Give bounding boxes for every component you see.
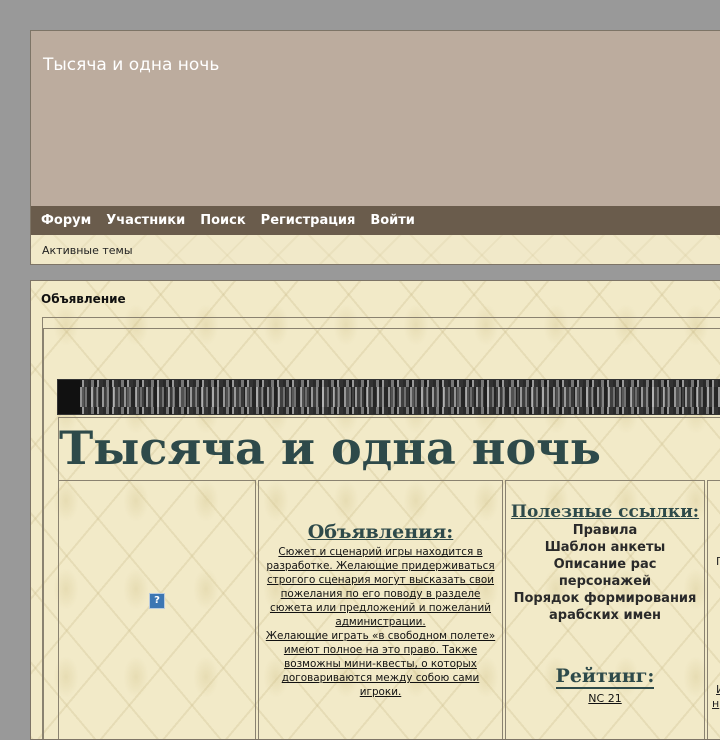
announcements-column: Объявления: Сюжет и сценарий игры находи… <box>258 480 503 739</box>
active-topics-link[interactable]: Активные темы <box>42 244 133 257</box>
announcement-text-2: Желающие играть «в свободном полете» име… <box>265 630 496 698</box>
title-band: Тысяча и одна ночь <box>31 31 720 206</box>
clipped-link[interactable]: н <box>712 697 719 710</box>
announcement-panel: Объявление Тысяча и одна ночь ? Объявлен… <box>30 280 720 740</box>
link-profile-template[interactable]: Шаблон анкеты <box>506 539 704 556</box>
nav-search-link[interactable]: Поиск <box>200 213 245 228</box>
link-race-description[interactable]: Описание рас персонажей <box>506 556 704 590</box>
announcement-heading: Объявление <box>41 292 126 306</box>
nav-register-link[interactable]: Регистрация <box>261 213 356 228</box>
nav-bar: Форум Участники Поиск Регистрация Войти <box>31 206 720 235</box>
sub-navigation: Активные темы <box>31 235 720 264</box>
banner-ornament <box>58 387 720 407</box>
ornamental-banner <box>57 379 720 415</box>
nav-members-link[interactable]: Участники <box>106 213 185 228</box>
rating-value-link[interactable]: NC 21 <box>506 692 704 705</box>
image-column: ? <box>58 480 256 739</box>
banner-title: Тысяча и одна ночь <box>58 417 720 480</box>
useful-links-title: Полезные ссылки: <box>510 502 700 522</box>
useful-links-column: Полезные ссылки: Правила Шаблон анкеты О… <box>505 480 705 739</box>
link-arabic-names[interactable]: Порядок формирования арабских имен <box>506 590 704 624</box>
clipped-text: П <box>716 555 720 568</box>
forum-header: Тысяча и одна ночь Форум Участники Поиск… <box>30 30 720 265</box>
help-icon[interactable]: ? <box>149 593 165 609</box>
clipped-column: П И н <box>707 480 720 739</box>
banner-edge <box>58 380 80 414</box>
nav-forum-link[interactable]: Форум <box>41 213 91 228</box>
announcement-text-1: Сюжет и сценарий игры находится в разраб… <box>266 546 495 628</box>
site-title[interactable]: Тысяча и одна ночь <box>43 55 219 75</box>
clipped-link[interactable]: И <box>716 683 720 696</box>
announcements-title: Объявления: <box>307 521 454 543</box>
nav-login-link[interactable]: Войти <box>370 213 415 228</box>
link-rules[interactable]: Правила <box>506 522 704 539</box>
rating-title: Рейтинг: <box>555 665 655 689</box>
